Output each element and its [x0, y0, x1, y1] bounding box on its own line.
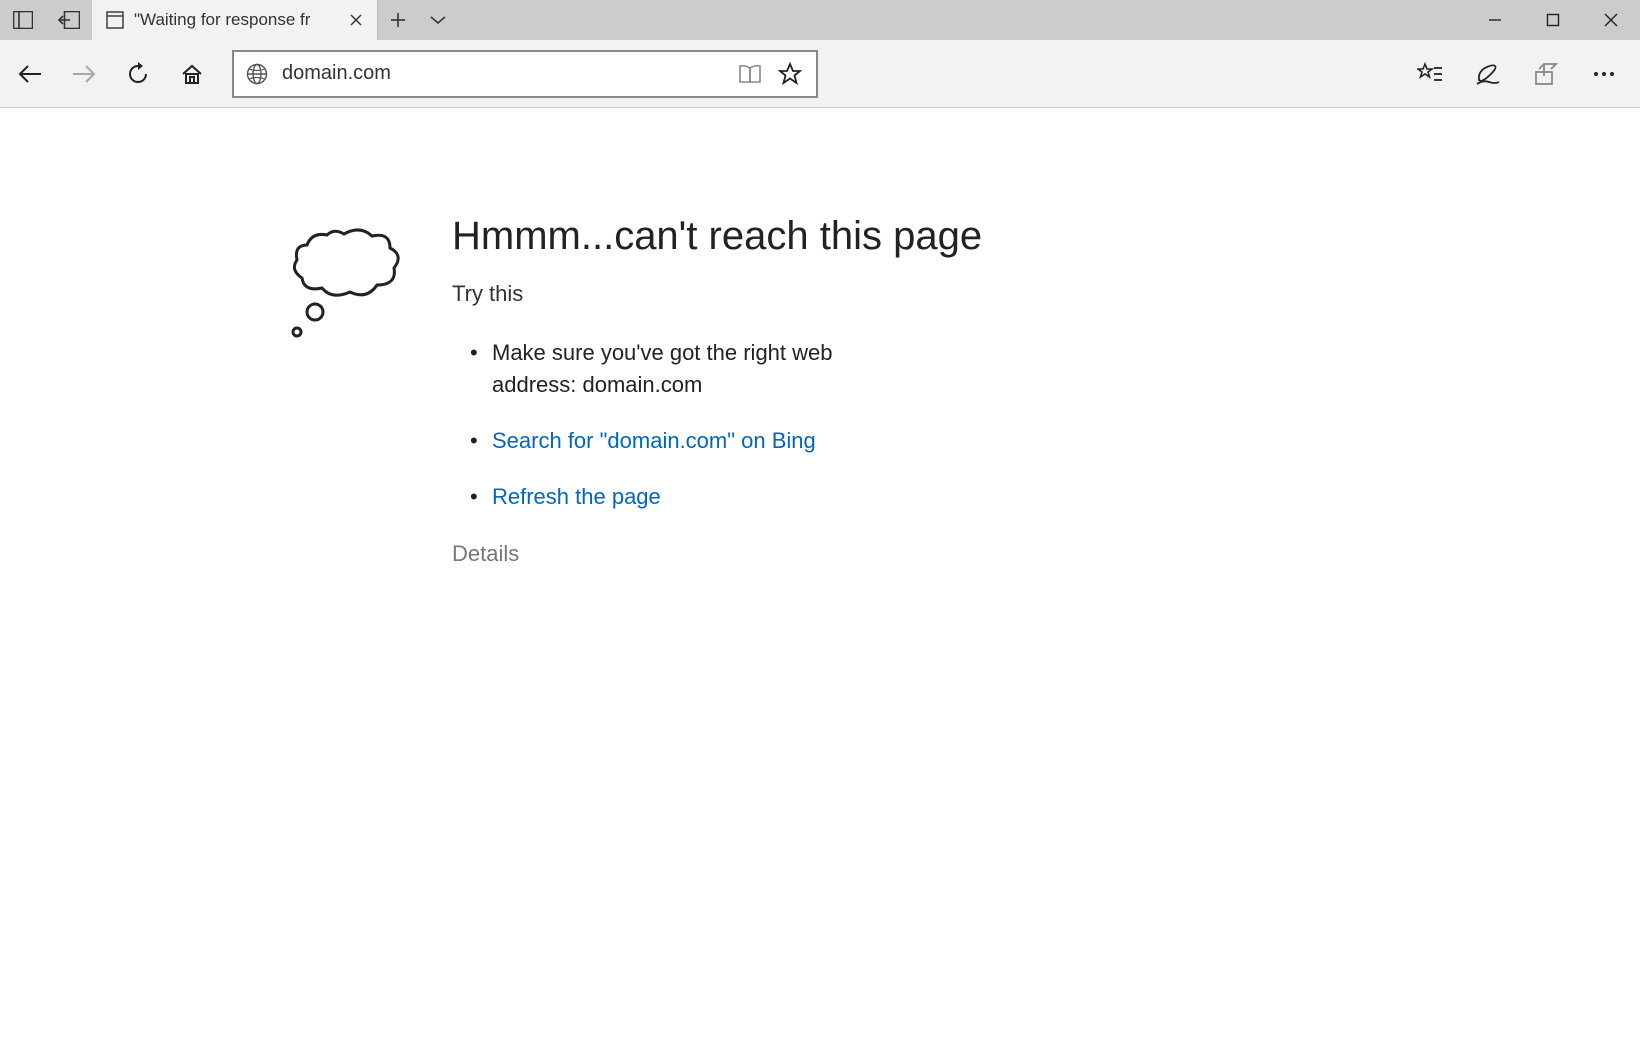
details-toggle[interactable]: Details — [452, 541, 982, 567]
tab-preview-button[interactable] — [418, 0, 458, 40]
tabstrip-right — [378, 0, 1640, 40]
web-note-button[interactable] — [1462, 50, 1514, 98]
address-bar[interactable] — [232, 50, 818, 98]
titlebar: "Waiting for response fr — [0, 0, 1640, 40]
tab-title: "Waiting for response fr — [134, 10, 343, 30]
try-this-label: Try this — [452, 281, 982, 307]
minimize-button[interactable] — [1466, 0, 1524, 40]
favorites-list-button[interactable] — [1404, 50, 1456, 98]
set-aside-button[interactable] — [46, 0, 92, 40]
toolbar — [0, 40, 1640, 108]
favorite-button[interactable] — [770, 54, 810, 94]
titlebar-left — [0, 0, 92, 40]
suggestion-check-address: Make sure you've got the right web addre… — [452, 337, 882, 401]
close-window-button[interactable] — [1582, 0, 1640, 40]
thought-cloud-icon — [282, 220, 412, 350]
refresh-button[interactable] — [114, 50, 162, 98]
back-button[interactable] — [6, 50, 54, 98]
tab-close-button[interactable] — [347, 11, 365, 29]
reading-view-button[interactable] — [730, 54, 770, 94]
error-headline: Hmmm...can't reach this page — [452, 214, 982, 259]
suggestion-list: Make sure you've got the right web addre… — [452, 337, 882, 513]
suggestion-refresh: Refresh the page — [452, 481, 882, 513]
url-input[interactable] — [268, 62, 730, 85]
page-content: Hmmm...can't reach this page Try this Ma… — [0, 108, 1640, 567]
new-tab-button[interactable] — [378, 0, 418, 40]
share-button[interactable] — [1520, 50, 1572, 98]
window-controls — [1466, 0, 1640, 40]
maximize-button[interactable] — [1524, 0, 1582, 40]
home-button[interactable] — [168, 50, 216, 98]
globe-icon — [246, 63, 268, 85]
browser-tab[interactable]: "Waiting for response fr — [92, 0, 378, 40]
tabs-aside-button[interactable] — [0, 0, 46, 40]
settings-menu-button[interactable] — [1578, 50, 1630, 98]
forward-button — [60, 50, 108, 98]
error-illustration — [282, 214, 442, 567]
page-icon — [106, 11, 124, 29]
search-bing-link[interactable]: Search for "domain.com" on Bing — [492, 428, 816, 453]
suggestion-search-bing: Search for "domain.com" on Bing — [452, 425, 882, 457]
refresh-link[interactable]: Refresh the page — [492, 484, 661, 509]
